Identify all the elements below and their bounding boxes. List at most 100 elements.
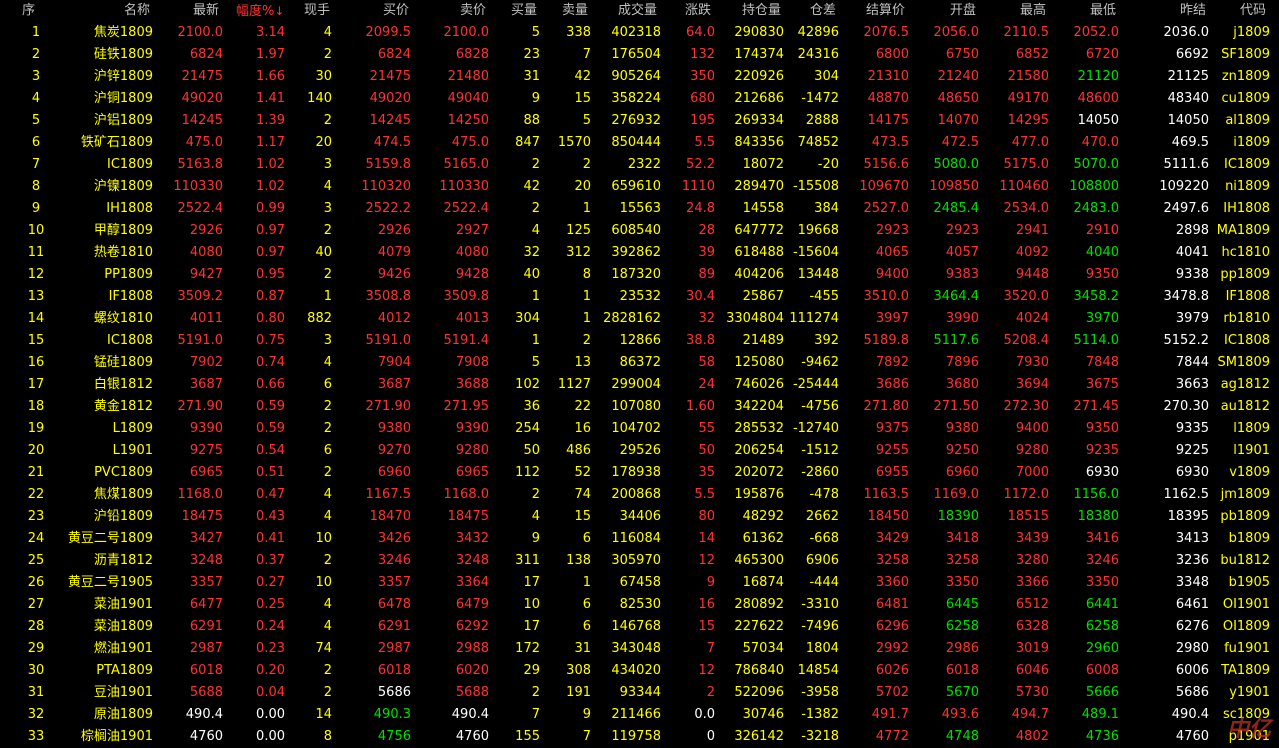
table-row[interactable]: 20 L1901 9275 0.54 6 9270 9280 50 486 29526 50 2062… [0, 440, 1279, 462]
cell-open: 6258 [945, 619, 979, 634]
cell-open-interest: 14558 [742, 201, 784, 216]
table-row[interactable]: 25 沥青1812 3248 0.37 2 3246 3248 311 138 305970 12 4… [0, 550, 1279, 572]
header-low[interactable]: 最低 [1090, 0, 1116, 22]
table-row[interactable]: 16 锰硅1809 7902 0.74 4 7904 7908 5 13 86372 58 12508… [0, 352, 1279, 374]
table-row[interactable]: 8 沪镍1809 110330 1.02 4 110320 110330 42 20 659610… [0, 176, 1279, 198]
table-row[interactable]: 6 铁矿石1809 475.0 1.17 20 474.5 475.0 847 1570 8504… [0, 132, 1279, 154]
header-open-interest[interactable]: 持仓量 [742, 0, 781, 22]
table-row[interactable]: 17 白银1812 3687 0.66 6 3687 3688 102 1127 299004 24… [0, 374, 1279, 396]
header-high[interactable]: 最高 [1020, 0, 1046, 22]
cell-bid: 21475 [369, 69, 411, 84]
cell-change-pct: 0.51 [256, 465, 285, 480]
cell-low: 489.1 [1081, 707, 1119, 722]
table-row[interactable]: 14 螺纹1810 4011 0.80 882 4012 4013 304 1 2828162 32… [0, 308, 1279, 330]
table-row[interactable]: 30 PTA1809 6018 0.20 2 6018 6020 29 308 434020 12 7… [0, 660, 1279, 682]
cell-name: PTA1809 [96, 663, 153, 678]
cell-ask: 6292 [455, 619, 489, 634]
table-row[interactable]: 23 沪铅1809 18475 0.43 4 18470 18475 4 15 34406 80 48… [0, 506, 1279, 528]
cell-volume: 434020 [611, 663, 661, 678]
table-row[interactable]: 7 IC1809 5163.8 1.02 3 5159.8 5165.0 2 2 2322 52.2… [0, 154, 1279, 176]
table-row[interactable]: 13 IF1808 3509.2 0.87 1 3508.8 3509.8 1 1 23532 30… [0, 286, 1279, 308]
header-prev-settle[interactable]: 昨结 [1180, 0, 1206, 22]
header-settle[interactable]: 结算价 [866, 0, 905, 22]
table-row[interactable]: 18 黄金1812 271.90 0.59 2 271.90 271.95 36 22 10708… [0, 396, 1279, 418]
cell-high: 6328 [1015, 619, 1049, 634]
header-latest[interactable]: 最新 [193, 0, 219, 22]
table-row[interactable]: 1 焦炭1809 2100.0 3.14 4 2099.5 2100.0 5 338 402318… [0, 22, 1279, 44]
cell-volume: 176504 [611, 47, 661, 62]
header-bid[interactable]: 买价 [383, 0, 409, 22]
table-row[interactable]: 9 IH1808 2522.4 0.99 3 2522.2 2522.4 2 1 15563 24.… [0, 198, 1279, 220]
table-row[interactable]: 32 原油1809 490.4 0.00 14 490.3 490.4 7 9 211466 0.0… [0, 704, 1279, 726]
cell-change: 55 [698, 421, 715, 436]
cell-oi-change: -7496 [801, 619, 839, 634]
table-row[interactable]: 12 PP1809 9427 0.95 2 9426 9428 40 8 187320 89 4042… [0, 264, 1279, 286]
table-row[interactable]: 27 菜油1901 6477 0.25 4 6478 6479 10 6 82530 16 28089… [0, 594, 1279, 616]
table-row[interactable]: 5 沪铝1809 14245 1.39 2 14245 14250 88 5 276932 195 2… [0, 110, 1279, 132]
cell-seq: 2 [31, 47, 41, 62]
header-open[interactable]: 开盘 [950, 0, 976, 22]
table-row[interactable]: 24 黄豆二号1809 3427 0.41 10 3426 3432 9 6 116084 14 61… [0, 528, 1279, 550]
cell-ask: 9390 [455, 421, 489, 436]
cell-bid: 1167.5 [365, 487, 412, 502]
cell-bid: 2099.5 [365, 25, 412, 40]
table-row[interactable]: 10 甲醇1809 2926 0.97 2 2926 2927 4 125 608540 28 647… [0, 220, 1279, 242]
cell-ask: 6020 [455, 663, 489, 678]
table-row[interactable]: 29 燃油1901 2987 0.23 74 2987 2988 172 31 343048 7 57… [0, 638, 1279, 660]
header-code[interactable]: 代码 [1240, 0, 1266, 22]
table-row[interactable]: 11 热卷1810 4080 0.97 40 4079 4080 32 312 392862 39 6… [0, 242, 1279, 264]
header-change-pct[interactable]: 幅度%↓ [236, 0, 284, 22]
cell-ask-vol: 5 [582, 113, 591, 128]
cell-change-pct: 0.27 [256, 575, 285, 590]
table-row[interactable]: 21 PVC1809 6965 0.51 2 6960 6965 112 52 178938 35 2… [0, 462, 1279, 484]
table-row[interactable]: 19 L1809 9390 0.59 2 9380 9390 254 16 104702 55 285… [0, 418, 1279, 440]
cell-name: 菜油1809 [93, 619, 153, 634]
cell-name: 沪铜1809 [93, 91, 153, 106]
cell-seq: 1 [31, 25, 41, 40]
cell-volume: 305970 [611, 553, 661, 568]
header-name[interactable]: 名称 [124, 0, 150, 22]
header-ask[interactable]: 卖价 [460, 0, 486, 22]
cell-open: 271.50 [933, 399, 980, 414]
cell-oi-change: 74852 [797, 135, 839, 150]
table-row[interactable]: 28 菜油1809 6291 0.24 4 6291 6292 17 6 146768 15 2276… [0, 616, 1279, 638]
cell-ask: 2100.0 [443, 25, 490, 40]
cell-volume: 659610 [611, 179, 661, 194]
table-row[interactable]: 3 沪锌1809 21475 1.66 30 21475 21480 31 42 905264 35… [0, 66, 1279, 88]
cell-name: 沥青1812 [93, 553, 153, 568]
header-oi-change[interactable]: 仓差 [810, 0, 836, 22]
cell-prev-settle: 6461 [1175, 597, 1209, 612]
table-row[interactable]: 22 焦煤1809 1168.0 0.47 4 1167.5 1168.0 2 74 200868… [0, 484, 1279, 506]
cell-seq: 3 [31, 69, 41, 84]
cell-cur-vol: 2 [323, 267, 332, 282]
header-ask-vol[interactable]: 卖量 [562, 0, 588, 22]
header-change[interactable]: 涨跌 [685, 0, 711, 22]
cell-prev-settle: 9225 [1175, 443, 1209, 458]
cell-oi-change: -15604 [792, 245, 839, 260]
cell-change: 1110 [681, 179, 715, 194]
table-row[interactable]: 4 沪铜1809 49020 1.41 140 49020 49040 9 15 358224 68… [0, 88, 1279, 110]
table-row[interactable]: 15 IC1808 5191.0 0.75 3 5191.0 5191.4 1 2 12866 38… [0, 330, 1279, 352]
cell-latest: 18475 [181, 509, 223, 524]
table-row[interactable]: 26 黄豆二号1905 3357 0.27 10 3357 3364 17 1 67458 9 168… [0, 572, 1279, 594]
cell-latest: 3509.2 [177, 289, 224, 304]
header-cur-vol[interactable]: 现手 [304, 0, 330, 22]
cell-cur-vol: 10 [315, 531, 332, 546]
cell-change: 5.5 [694, 487, 715, 502]
cell-change: 52.2 [686, 157, 715, 172]
cell-bid: 271.90 [365, 399, 412, 414]
cell-open-interest: 227622 [734, 619, 784, 634]
cell-oi-change: -4756 [801, 399, 839, 414]
header-seq[interactable]: 序 [22, 0, 35, 22]
header-volume[interactable]: 成交量 [618, 0, 657, 22]
cell-seq: 6 [31, 135, 41, 150]
cell-seq: 9 [31, 201, 41, 216]
cell-bid: 474.5 [373, 135, 411, 150]
cell-open: 18390 [937, 509, 979, 524]
table-row[interactable]: 2 硅铁1809 6824 1.97 2 6824 6828 23 7 176504 132 1743… [0, 44, 1279, 66]
cell-low: 3350 [1085, 575, 1119, 590]
header-bid-vol[interactable]: 买量 [511, 0, 537, 22]
cell-settle: 3360 [875, 575, 909, 590]
table-row[interactable]: 31 豆油1901 5688 0.04 2 5686 5688 2 191 93344 2 52209… [0, 682, 1279, 704]
cell-prev-settle: 270.30 [1163, 399, 1210, 414]
